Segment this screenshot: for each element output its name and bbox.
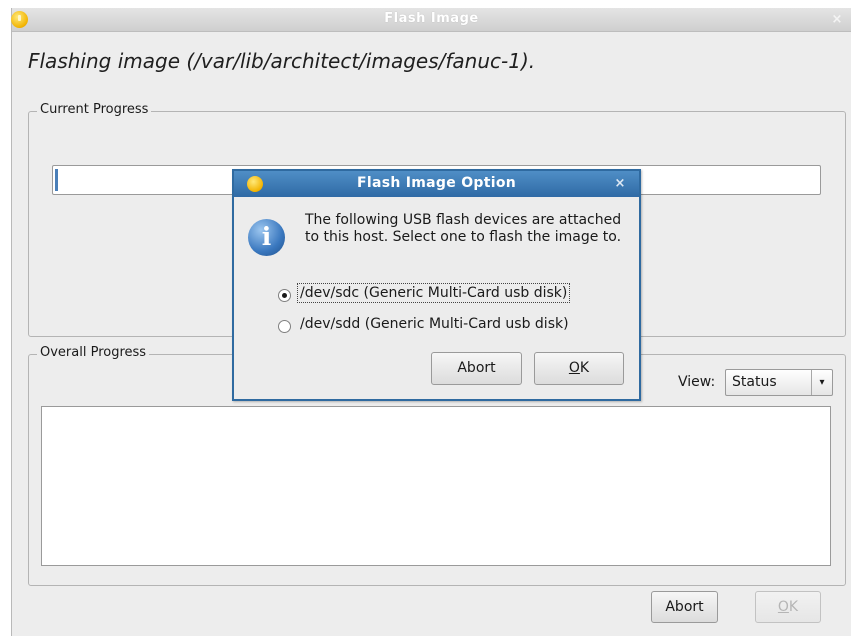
view-label: View:	[678, 374, 716, 390]
device-option-sdc-label[interactable]: /dev/sdc (Generic Multi-Card usb disk)	[297, 283, 571, 303]
abort-button[interactable]: Abort	[651, 591, 718, 623]
dialog-close-icon[interactable]: ×	[611, 175, 629, 192]
dialog-ok-mnemonic: O	[568, 360, 580, 376]
info-icon-glyph: i	[261, 222, 272, 251]
ok-button[interactable]: OK	[755, 591, 821, 623]
dialog-titlebar[interactable]: Flash Image Option ×	[234, 171, 639, 197]
progress-bar-fill	[55, 169, 58, 191]
flash-image-option-dialog: Flash Image Option × i The following USB…	[232, 169, 641, 401]
view-select-value: Status	[732, 374, 777, 390]
dialog-abort-button[interactable]: Abort	[431, 352, 522, 385]
dialog-ok-button[interactable]: OK	[534, 352, 624, 385]
overall-progress-label: Overall Progress	[37, 345, 150, 360]
dialog-ok-label-rest: K	[579, 360, 590, 376]
device-radio-sdc[interactable]	[278, 289, 291, 302]
dialog-title: Flash Image Option	[356, 175, 517, 191]
window-title: Flash Image	[384, 11, 479, 26]
device-option-sdd-label[interactable]: /dev/sdd (Generic Multi-Card usb disk)	[300, 316, 569, 332]
dialog-message: The following USB flash devices are atta…	[305, 212, 622, 245]
chevron-down-icon[interactable]: ▾	[811, 370, 832, 395]
info-icon: i	[248, 219, 285, 256]
ok-mnemonic: O	[777, 599, 789, 615]
ok-label-rest: K	[788, 599, 799, 615]
current-progress-label: Current Progress	[37, 102, 152, 117]
page-heading: Flashing image (/var/lib/architect/image…	[28, 49, 536, 73]
window-close-icon[interactable]: ×	[829, 12, 845, 27]
status-log-area[interactable]	[41, 406, 831, 566]
window-titlebar[interactable]: Flash Image ×	[11, 8, 851, 32]
view-select[interactable]: Status ▾	[725, 369, 833, 396]
device-radio-sdd[interactable]	[278, 320, 291, 333]
